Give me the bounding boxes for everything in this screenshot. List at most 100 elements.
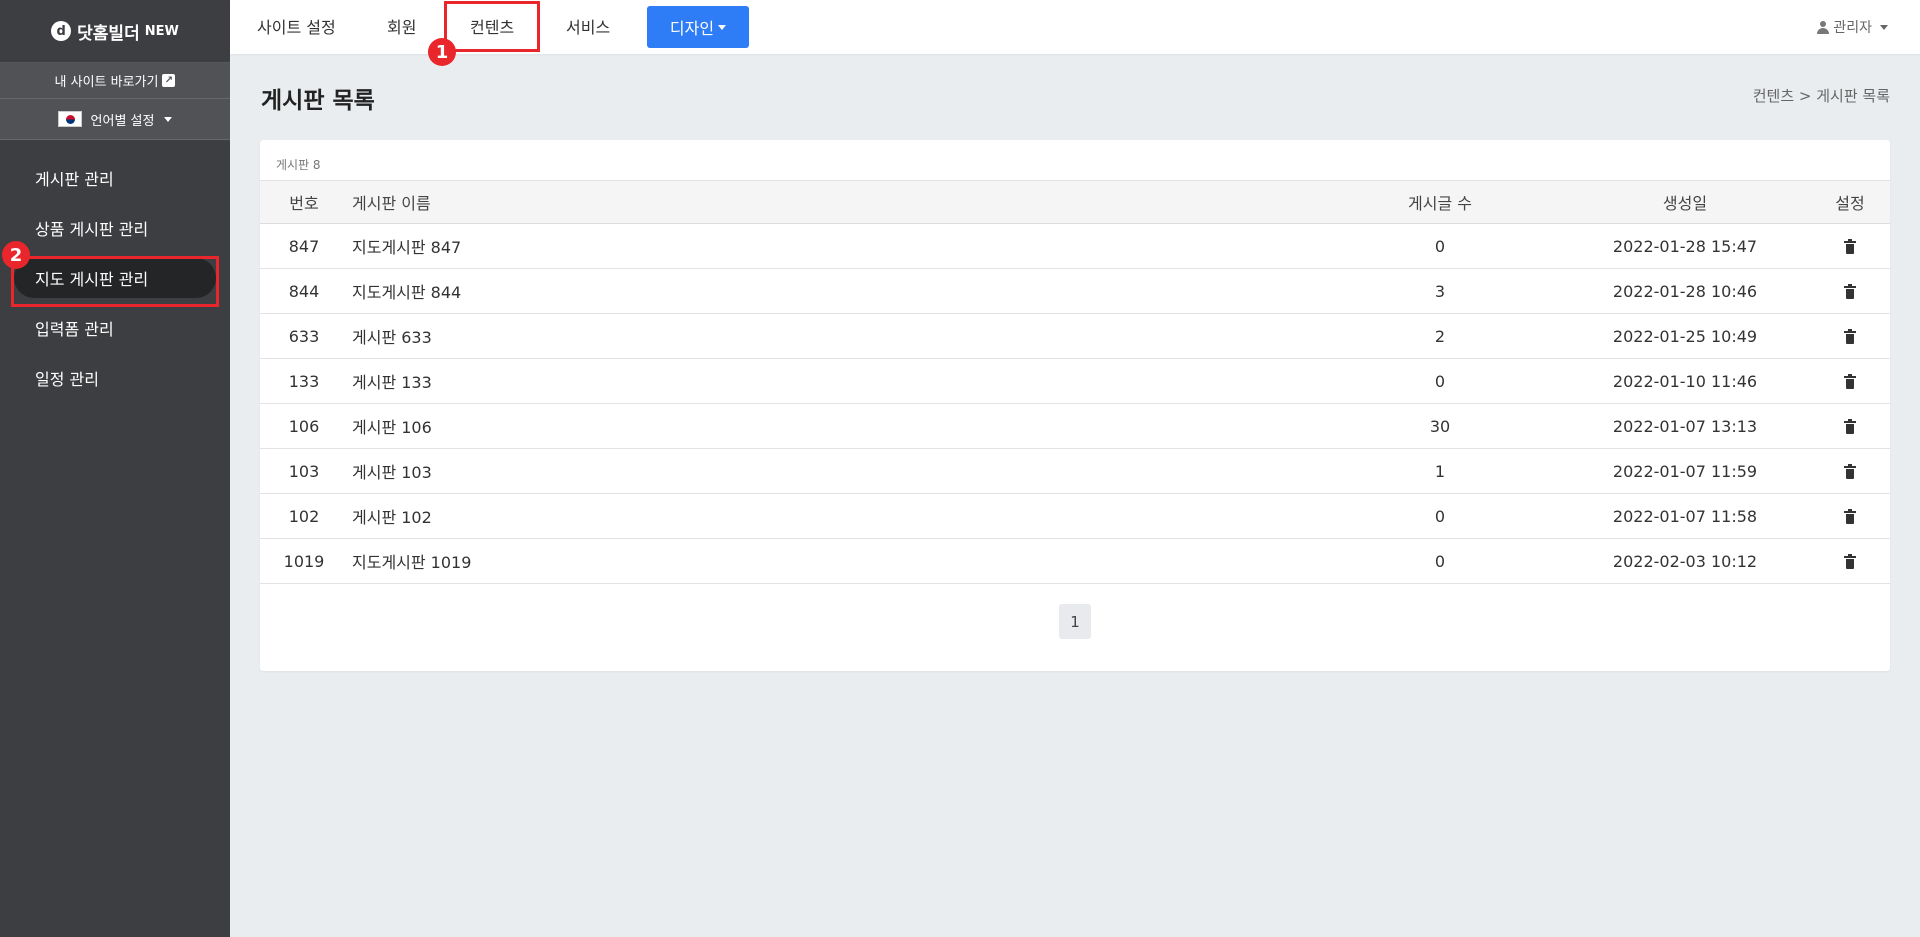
korea-flag-icon <box>57 111 82 127</box>
trash-icon[interactable] <box>1844 238 1856 255</box>
cell-date: 2022-02-03 10:12 <box>1560 538 1810 584</box>
cell-posts: 0 <box>1320 223 1560 269</box>
cell-posts: 0 <box>1320 538 1560 584</box>
cell-name[interactable]: 게시판 102 <box>348 493 1320 539</box>
my-site-link[interactable]: 내 사이트 바로가기 ↗ <box>0 63 230 99</box>
pagination-page-button[interactable]: 1 <box>1059 604 1091 639</box>
cell-name[interactable]: 지도게시판 847 <box>348 223 1320 269</box>
cell-settings <box>1810 538 1890 584</box>
cell-settings <box>1810 403 1890 449</box>
table-row[interactable]: 633 게시판 633 2 2022-01-25 10:49 <box>260 313 1890 359</box>
nav-services[interactable]: 서비스 <box>566 0 610 51</box>
cell-settings <box>1810 223 1890 269</box>
trash-icon[interactable] <box>1844 463 1856 480</box>
sidebar-item-board[interactable]: 게시판 관리 <box>0 153 230 203</box>
cell-no: 844 <box>260 268 348 314</box>
cell-date: 2022-01-25 10:49 <box>1560 313 1810 359</box>
cell-name[interactable]: 지도게시판 844 <box>348 268 1320 314</box>
column-header-settings: 설정 <box>1810 180 1890 224</box>
cell-name[interactable]: 게시판 103 <box>348 448 1320 494</box>
nav-site-settings[interactable]: 사이트 설정 <box>257 0 336 51</box>
cell-date: 2022-01-28 10:46 <box>1560 268 1810 314</box>
table-row[interactable]: 1019 지도게시판 1019 0 2022-02-03 10:12 <box>260 538 1890 584</box>
cell-no: 847 <box>260 223 348 269</box>
board-count: 게시판 8 <box>276 158 321 172</box>
admin-menu[interactable]: 관리자 <box>1817 0 1888 54</box>
table-row[interactable]: 103 게시판 103 1 2022-01-07 11:59 <box>260 448 1890 494</box>
cell-no: 633 <box>260 313 348 359</box>
table-row[interactable]: 102 게시판 102 0 2022-01-07 11:58 <box>260 493 1890 539</box>
step-badge-1: 1 <box>428 38 456 66</box>
board-table: 번호 게시판 이름 게시글 수 생성일 설정 847 지도게시판 847 0 2… <box>260 180 1890 584</box>
step-badge-2: 2 <box>2 241 30 269</box>
my-site-link-label: 내 사이트 바로가기 <box>54 75 159 90</box>
logo[interactable]: d 닷홈빌더 NEW <box>0 0 230 63</box>
cell-date: 2022-01-07 11:58 <box>1560 493 1810 539</box>
table-row[interactable]: 844 지도게시판 844 3 2022-01-28 10:46 <box>260 268 1890 314</box>
trash-icon[interactable] <box>1844 283 1856 300</box>
design-button-label: 디자인 <box>669 19 715 38</box>
trash-icon[interactable] <box>1844 328 1856 345</box>
page-title: 게시판 목록 <box>261 88 375 114</box>
cell-no: 133 <box>260 358 348 404</box>
cell-settings <box>1810 448 1890 494</box>
cell-date: 2022-01-10 11:46 <box>1560 358 1810 404</box>
language-settings-label: 언어별 설정 <box>90 113 155 129</box>
sidebar-item-label: 일정 관리 <box>35 370 99 389</box>
sidebar: d 닷홈빌더 NEW 내 사이트 바로가기 ↗ 언어별 설정 게시판 관리 상품… <box>0 0 230 937</box>
cell-no: 106 <box>260 403 348 449</box>
table-row[interactable]: 106 게시판 106 30 2022-01-07 13:13 <box>260 403 1890 449</box>
cell-settings <box>1810 358 1890 404</box>
cell-no: 102 <box>260 493 348 539</box>
cell-posts: 2 <box>1320 313 1560 359</box>
cell-name[interactable]: 지도게시판 1019 <box>348 538 1320 584</box>
cell-settings <box>1810 313 1890 359</box>
table-row[interactable]: 847 지도게시판 847 0 2022-01-28 15:47 <box>260 223 1890 269</box>
cell-name[interactable]: 게시판 633 <box>348 313 1320 359</box>
trash-icon[interactable] <box>1844 553 1856 570</box>
cell-posts: 0 <box>1320 493 1560 539</box>
caret-down-icon <box>718 24 727 30</box>
caret-down-icon <box>164 116 173 122</box>
sidebar-item-label: 게시판 관리 <box>35 170 114 189</box>
cell-posts: 1 <box>1320 448 1560 494</box>
cell-name[interactable]: 게시판 133 <box>348 358 1320 404</box>
sidebar-item-schedule[interactable]: 일정 관리 <box>0 353 230 403</box>
nav-members[interactable]: 회원 <box>387 0 416 51</box>
cell-date: 2022-01-07 13:13 <box>1560 403 1810 449</box>
table-row[interactable]: 133 게시판 133 0 2022-01-10 11:46 <box>260 358 1890 404</box>
trash-icon[interactable] <box>1844 373 1856 390</box>
column-header-no: 번호 <box>260 180 348 224</box>
sidebar-item-label: 상품 게시판 관리 <box>35 220 149 239</box>
column-header-name: 게시판 이름 <box>348 180 1320 224</box>
cell-posts: 30 <box>1320 403 1560 449</box>
trash-icon[interactable] <box>1844 418 1856 435</box>
cell-posts: 3 <box>1320 268 1560 314</box>
breadcrumb: 컨텐츠 > 게시판 목록 <box>1752 87 1890 105</box>
highlight-box-nav <box>444 1 540 52</box>
column-header-date: 생성일 <box>1560 180 1810 224</box>
sidebar-item-label: 입력폼 관리 <box>35 320 114 339</box>
design-dropdown-button[interactable]: 디자인 <box>647 6 749 48</box>
cell-name[interactable]: 게시판 106 <box>348 403 1320 449</box>
admin-label: 관리자 <box>1833 20 1872 36</box>
cell-posts: 0 <box>1320 358 1560 404</box>
sidebar-item-form[interactable]: 입력폼 관리 <box>0 303 230 353</box>
logo-text: 닷홈빌더 <box>77 23 140 44</box>
user-icon <box>1817 20 1830 34</box>
cell-settings <box>1810 493 1890 539</box>
sidebar-item-product-board[interactable]: 상품 게시판 관리 <box>0 203 230 253</box>
cell-no: 1019 <box>260 538 348 584</box>
cell-date: 2022-01-07 11:59 <box>1560 448 1810 494</box>
logo-new-label: NEW <box>144 23 179 39</box>
external-link-icon: ↗ <box>162 74 176 87</box>
language-settings-dropdown[interactable]: 언어별 설정 <box>0 99 230 140</box>
caret-down-icon <box>1880 24 1888 30</box>
cell-no: 103 <box>260 448 348 494</box>
highlight-box-sidebar <box>11 256 219 307</box>
column-header-posts: 게시글 수 <box>1320 180 1560 224</box>
logo-icon: d <box>51 21 72 41</box>
table-header-row: 번호 게시판 이름 게시글 수 생성일 설정 <box>260 180 1890 224</box>
trash-icon[interactable] <box>1844 508 1856 525</box>
board-list-card: 게시판 8 번호 게시판 이름 게시글 수 생성일 설정 847 지도게시판 8… <box>260 140 1890 671</box>
